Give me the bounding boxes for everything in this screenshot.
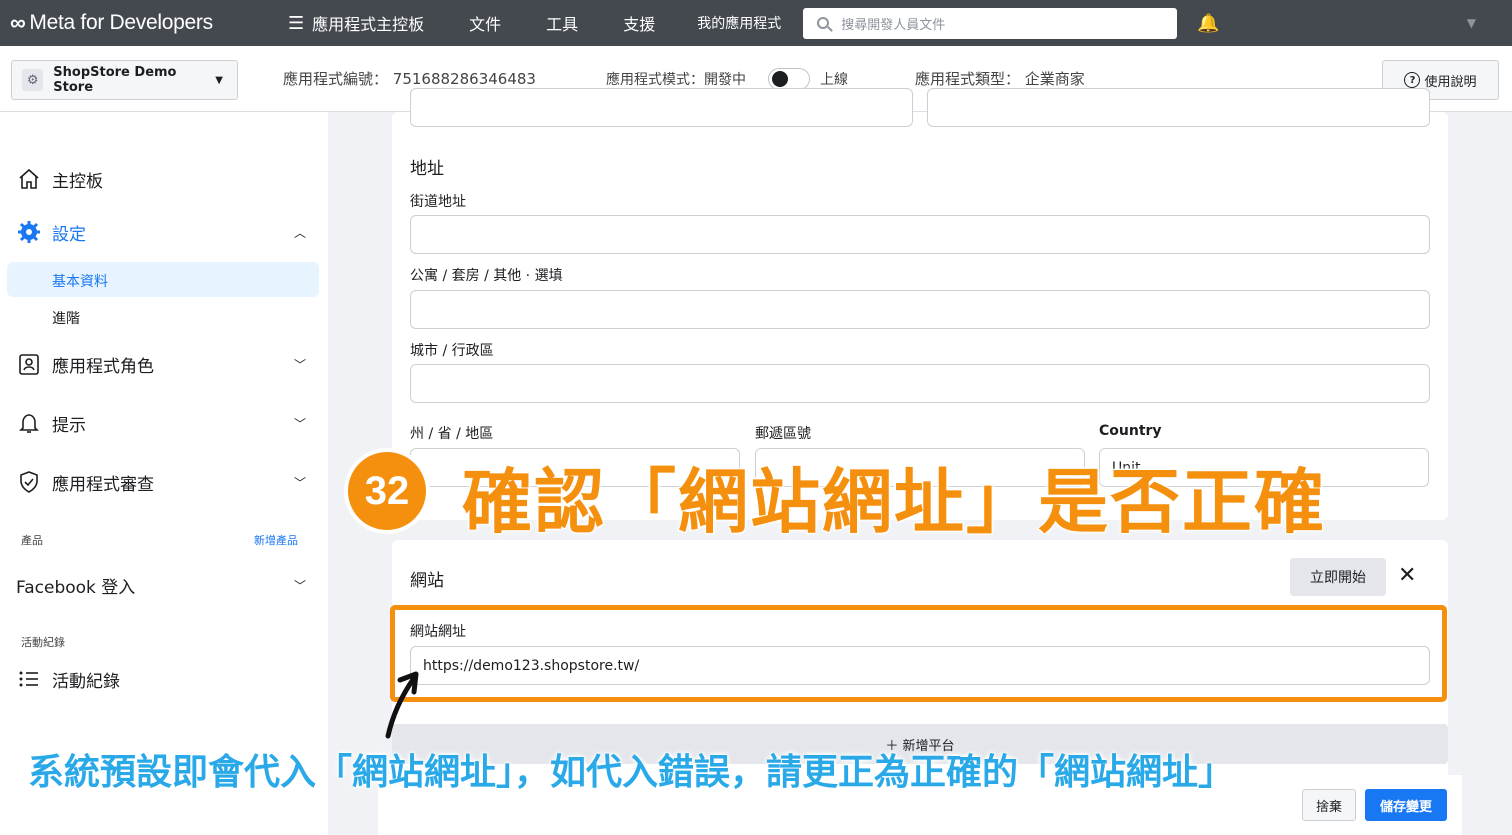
close-icon[interactable]: ✕ bbox=[1398, 563, 1416, 588]
help-label: 使用說明 bbox=[1424, 74, 1477, 90]
pointer-arrow-icon bbox=[385, 671, 419, 739]
app-type-label: 應用程式類型： bbox=[915, 70, 1021, 88]
sidebar-item-label: 設定 bbox=[52, 224, 86, 245]
sidebar-item-settings[interactable]: 設定 ︿ bbox=[16, 219, 306, 245]
start-button[interactable]: 立即開始 bbox=[1290, 558, 1386, 596]
discard-button[interactable]: 捨棄 bbox=[1302, 789, 1356, 821]
search-icon bbox=[817, 17, 830, 29]
chevron-down-icon: ﹀ bbox=[293, 357, 306, 372]
question-icon: ? bbox=[1404, 72, 1421, 88]
street-label: 街道地址 bbox=[410, 194, 466, 210]
id-card-icon bbox=[16, 351, 42, 377]
caret-down-icon: ▼ bbox=[215, 74, 223, 86]
apt-label: 公寓 / 套房 / 其他 · 選填 bbox=[410, 268, 563, 284]
app-mode-live: 上線 bbox=[820, 72, 848, 88]
chevron-down-icon: ﹀ bbox=[293, 475, 306, 490]
app-id-label: 應用程式編號： bbox=[283, 70, 389, 88]
chevron-down-icon[interactable]: ▼ bbox=[1467, 16, 1476, 30]
street-input[interactable] bbox=[410, 215, 1430, 254]
annotation-note: 系統預設即會代入「網站網址」，如代入錯誤，請更正為正確的「網站網址」 bbox=[28, 752, 1235, 793]
meta-logo[interactable]: ∞ Meta for Developers bbox=[10, 10, 260, 36]
country-label: Country bbox=[1099, 423, 1162, 439]
nav-support[interactable]: 支援 bbox=[623, 11, 655, 35]
shield-check-icon bbox=[16, 469, 42, 495]
nav-docs[interactable]: 文件 bbox=[469, 11, 501, 35]
search-input[interactable]: 搜尋開發人員文件 bbox=[803, 7, 1178, 39]
app-gear-icon: ⚙ bbox=[22, 69, 44, 91]
sidebar-item-label: 活動紀錄 bbox=[52, 671, 120, 692]
nav-app-dashboard[interactable]: 應用程式主控板 bbox=[312, 11, 424, 35]
search-placeholder: 搜尋開發人員文件 bbox=[841, 17, 946, 33]
chevron-down-icon: ﹀ bbox=[293, 579, 306, 593]
address-title: 地址 bbox=[410, 159, 444, 179]
chevron-down-icon: ﹀ bbox=[293, 416, 306, 431]
sidebar-item-label: 主控板 bbox=[52, 171, 103, 192]
sidebar-item-label: 提示 bbox=[52, 415, 86, 436]
nav-my-apps[interactable]: 我的應用程式 bbox=[697, 13, 781, 33]
sidebar-item-label: 應用程式審查 bbox=[52, 474, 154, 495]
app-mode-toggle[interactable] bbox=[768, 68, 810, 90]
state-label: 州 / 省 / 地區 bbox=[410, 426, 494, 442]
chevron-up-icon: ︿ bbox=[293, 225, 306, 240]
city-input[interactable] bbox=[410, 364, 1430, 403]
top-nav: ∞ Meta for Developers ☰ 應用程式主控板 文件 工具 支援… bbox=[0, 0, 1512, 46]
app-type-value: 企業商家 bbox=[1024, 70, 1085, 88]
products-section-label: 產品 bbox=[21, 534, 43, 547]
brand-name: Meta for Developers bbox=[29, 11, 213, 34]
sidebar-item-activity[interactable]: 活動紀錄 bbox=[16, 666, 306, 692]
sidebar-item-label: Facebook 登入 bbox=[16, 578, 136, 598]
app-id-value: 751688286346483 bbox=[392, 70, 536, 88]
gear-icon bbox=[16, 219, 42, 245]
website-title: 網站 bbox=[410, 571, 444, 591]
highlight-box bbox=[390, 605, 1447, 702]
sidebar-item-review[interactable]: 應用程式審查 ﹀ bbox=[16, 469, 306, 495]
app-selector[interactable]: ⚙ ShopStore Demo Store ▼ bbox=[11, 60, 238, 100]
step-badge: 32 bbox=[344, 448, 430, 534]
city-label: 城市 / 行政區 bbox=[410, 343, 494, 359]
list-icon bbox=[16, 666, 42, 692]
sidebar-item-advanced[interactable]: 進階 bbox=[52, 308, 80, 328]
meta-infinity-icon: ∞ bbox=[10, 10, 26, 35]
apt-input[interactable] bbox=[410, 290, 1430, 329]
sidebar-item-label: 應用程式角色 bbox=[52, 356, 154, 377]
home-icon bbox=[16, 166, 42, 192]
sidebar-item-basic[interactable]: 基本資料 bbox=[52, 271, 108, 291]
step-title: 確認「網站網址」是否正確 bbox=[461, 460, 1326, 544]
zip-label: 郵遞區號 bbox=[755, 426, 811, 442]
previous-field-right[interactable] bbox=[927, 88, 1430, 127]
app-type: 應用程式類型： 企業商家 bbox=[915, 68, 1085, 89]
activity-section-label: 活動紀錄 bbox=[21, 636, 65, 649]
app-mode-label: 應用程式模式：開發中 bbox=[606, 72, 746, 88]
previous-field-left[interactable] bbox=[410, 88, 913, 127]
sidebar: 主控板 設定 ︿ 基本資料 進階 應用程式角色 ﹀ 提示 ﹀ 應用程式審查 ﹀ … bbox=[0, 112, 328, 835]
hamburger-icon[interactable]: ☰ bbox=[288, 13, 304, 34]
app-name: ShopStore Demo Store bbox=[53, 65, 177, 95]
app-id: 應用程式編號： 751688286346483 bbox=[283, 68, 536, 89]
sidebar-item-dashboard[interactable]: 主控板 bbox=[16, 166, 306, 192]
save-button[interactable]: 儲存變更 bbox=[1365, 789, 1447, 821]
sidebar-item-alerts[interactable]: 提示 ﹀ bbox=[16, 410, 306, 436]
bell-icon[interactable]: 🔔 bbox=[1197, 13, 1219, 34]
nav-tools[interactable]: 工具 bbox=[546, 11, 578, 35]
sidebar-item-roles[interactable]: 應用程式角色 ﹀ bbox=[16, 351, 306, 377]
bell-outline-icon bbox=[16, 410, 42, 436]
sidebar-item-fb-login[interactable]: Facebook 登入 ﹀ bbox=[16, 573, 306, 598]
add-product-link[interactable]: 新增產品 bbox=[254, 532, 298, 548]
